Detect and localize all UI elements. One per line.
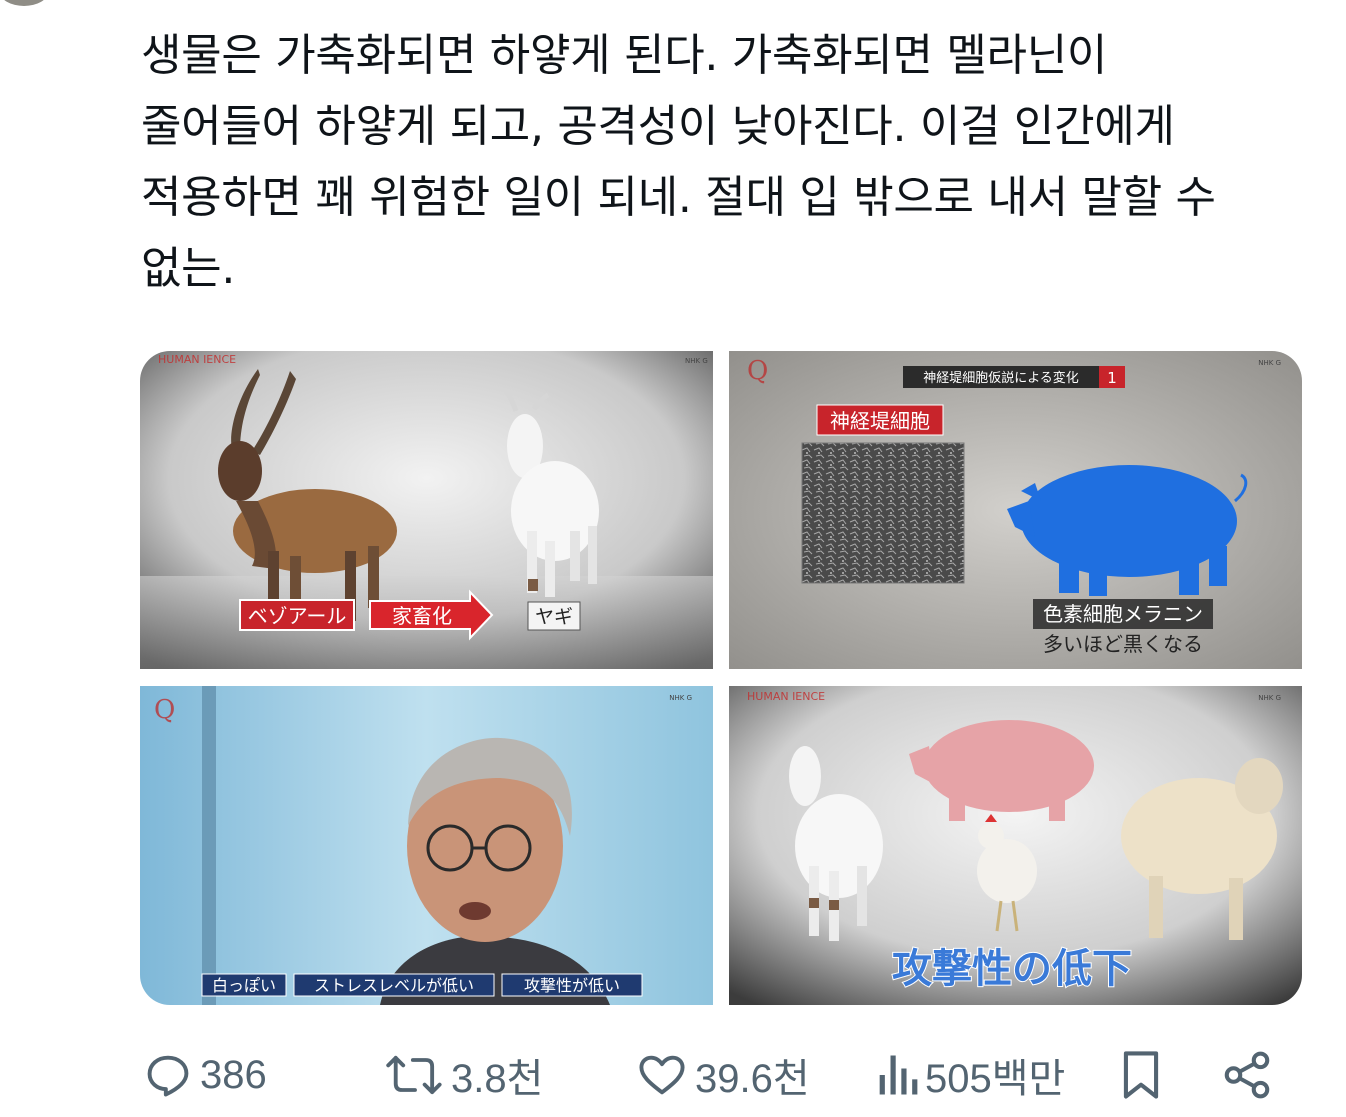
tweet-text-line: 줄어들어 하얗게 되고, 공격성이 낮아진다. 이걸 인간에게 — [141, 101, 1175, 152]
bookmark-icon — [1123, 1051, 1159, 1099]
caption-reduced-aggression: 攻撃性の低下 — [892, 946, 1132, 992]
media-grid: HUMAN IENCE NHK G ベゾアール 家畜化 ヤギ Q NHK G 神… — [140, 351, 1302, 1005]
repost-count: 3.8천 — [451, 1057, 544, 1101]
program-logo: HUMAN IENCE — [747, 690, 825, 703]
program-logo: HUMAN IENCE — [158, 353, 236, 366]
like-icon — [639, 1055, 685, 1095]
reply-icon — [147, 1055, 189, 1097]
cell-micrograph — [801, 442, 965, 584]
repost-icon — [386, 1055, 442, 1095]
channel-logo: NHK G — [685, 357, 708, 365]
views-button[interactable]: 505백만 — [875, 1040, 1065, 1110]
avatar[interactable] — [0, 0, 48, 6]
media-image-reduced-aggression[interactable]: HUMAN IENCE NHK G 攻撃性の低下 — [729, 686, 1302, 1005]
svg-text:Q: Q — [154, 695, 175, 725]
label-domestication: 家畜化 — [392, 604, 452, 628]
share-button[interactable] — [1220, 1040, 1274, 1110]
reply-button[interactable]: 386 — [142, 1040, 267, 1110]
media-image-neural-crest[interactable]: Q NHK G 神経堤細胞仮説による変化 1 神経堤細胞 色素細胞メラニン 多い… — [729, 351, 1302, 669]
tweet-text-line: 없는. — [141, 243, 236, 294]
svg-text:Q: Q — [747, 356, 768, 386]
label-goat: ヤギ — [535, 606, 573, 628]
channel-logo: NHK G — [669, 694, 692, 702]
repost-button[interactable]: 3.8천 — [385, 1040, 543, 1110]
subtitle-aggression: 攻撃性が低い — [524, 976, 620, 995]
share-icon — [1224, 1051, 1270, 1099]
label-bezoar: ベゾアール — [248, 604, 347, 628]
cell-label: 神経堤細胞 — [830, 409, 930, 433]
tweet-action-bar: 386 3.8천 39.6천 505백만 — [140, 1040, 1280, 1110]
subtitle-stress: ストレスレベルが低い — [314, 976, 474, 995]
bookmark-button[interactable] — [1115, 1040, 1167, 1110]
pigment-sub: 多いほど黒くなる — [1043, 632, 1203, 656]
reply-count: 386 — [200, 1052, 267, 1097]
media-image-domestication[interactable]: HUMAN IENCE NHK G ベゾアール 家畜化 ヤギ — [140, 351, 713, 669]
header-text: 神経堤細胞仮説による変化 — [923, 370, 1079, 386]
channel-logo: NHK G — [1258, 359, 1281, 367]
views-icon — [879, 1055, 918, 1095]
tweet-text-line: 적용하면 꽤 위험한 일이 되네. 절대 입 밖으로 내서 말할 수 — [141, 172, 1216, 223]
subtitle-whitish: 白っぽい — [212, 976, 276, 995]
media-image-interview[interactable]: Q NHK G 白っぽい ストレスレベルが低い 攻撃性が低い — [140, 686, 713, 1005]
like-button[interactable]: 39.6천 — [635, 1040, 810, 1110]
tweet-text: 생물은 가축화되면 하얗게 된다. 가축화되면 멜라닌이 줄어들어 하얗게 되고… — [141, 20, 1301, 304]
channel-logo: NHK G — [1258, 694, 1281, 702]
tweet-text-line: 생물은 가축화되면 하얗게 된다. 가축화되면 멜라닌이 — [141, 30, 1108, 81]
pigment-label: 色素細胞メラニン — [1043, 602, 1203, 626]
header-number: 1 — [1107, 369, 1117, 387]
views-count: 505백만 — [925, 1057, 1066, 1101]
like-count: 39.6천 — [695, 1057, 810, 1101]
